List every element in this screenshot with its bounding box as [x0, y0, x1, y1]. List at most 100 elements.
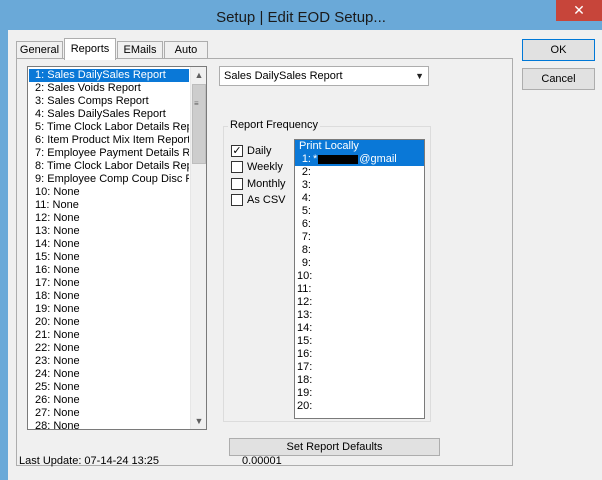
report-list-item[interactable]: 12: None [29, 212, 189, 225]
report-list-item[interactable]: 3: Sales Comps Report [29, 95, 189, 108]
monthly-label: Monthly [247, 178, 286, 190]
set-report-defaults-button[interactable]: Set Report Defaults [229, 438, 440, 456]
report-list-item[interactable]: 7: Employee Payment Details Report [29, 147, 189, 160]
report-list-item[interactable]: 2: Sales Voids Report [29, 82, 189, 95]
tab-emails[interactable]: EMails [117, 41, 163, 59]
dialog-body: General Reports EMails Auto 1: Sales Dai… [8, 30, 602, 480]
as-csv-check-box[interactable] [231, 194, 243, 206]
ok-button[interactable]: OK [522, 39, 595, 61]
report-list-item[interactable]: 6: Item Product Mix Item Report [29, 134, 189, 147]
printer-item[interactable]: 8: [295, 244, 424, 257]
status-value: 0.00001 [242, 455, 282, 467]
printer-item-prefix: * [313, 153, 318, 165]
printer-item-number: 11: [297, 283, 312, 295]
printer-item-number: 7: [301, 231, 311, 243]
weekly-label: Weekly [247, 161, 283, 173]
report-list-item[interactable]: 13: None [29, 225, 189, 238]
printer-item[interactable]: 10: [295, 270, 424, 283]
printer-item[interactable]: 17: [295, 361, 424, 374]
printer-item[interactable]: 19: [295, 387, 424, 400]
report-list-item[interactable]: 18: None [29, 290, 189, 303]
printer-item-number: 16: [297, 348, 313, 360]
tab-auto[interactable]: Auto [164, 41, 208, 59]
scroll-thumb[interactable] [192, 84, 206, 164]
report-list-item[interactable]: 20: None [29, 316, 189, 329]
printer-item-number: 5: [301, 205, 311, 217]
printer-item-number: 6: [301, 218, 311, 230]
report-list-item[interactable]: 1: Sales DailySales Report [29, 69, 189, 82]
report-frequency-label: Report Frequency [228, 119, 321, 131]
report-list-item[interactable]: 17: None [29, 277, 189, 290]
monthly-check-box[interactable] [231, 178, 243, 190]
report-list-item[interactable]: 9: Employee Comp Coup Disc Report [29, 173, 189, 186]
report-list-item[interactable]: 5: Time Clock Labor Details Report [29, 121, 189, 134]
printer-item-number: 15: [297, 335, 313, 347]
report-type-select[interactable]: Sales DailySales Report ▼ [219, 66, 429, 86]
printer-item-suffix: @gmail [359, 153, 397, 165]
report-list[interactable]: 1: Sales DailySales Report 2: Sales Voids… [27, 66, 207, 430]
printer-item-number: 17: [297, 361, 313, 373]
chevron-down-icon[interactable]: ▼ [415, 71, 424, 81]
report-list-item[interactable]: 19: None [29, 303, 189, 316]
printer-item[interactable]: 9: [295, 257, 424, 270]
printer-item[interactable]: 11: [295, 283, 424, 296]
as-csv-label: As CSV [247, 194, 286, 206]
report-type-value: Sales DailySales Report [224, 70, 343, 82]
daily-check-box[interactable]: ✓ [231, 145, 243, 157]
scroll-up-icon[interactable]: ▲ [191, 67, 206, 83]
printer-item[interactable]: 7: [295, 231, 424, 244]
printer-item[interactable]: 15: [295, 335, 424, 348]
printer-item[interactable]: 20: [295, 400, 424, 413]
tab-reports[interactable]: Reports [64, 38, 116, 60]
printer-item-number: 9: [301, 257, 311, 269]
report-list-item[interactable]: 28: None [29, 420, 189, 429]
printer-item[interactable]: 2: [295, 166, 424, 179]
report-list-item[interactable]: 27: None [29, 407, 189, 420]
report-list-item[interactable]: 11: None [29, 199, 189, 212]
tab-general[interactable]: General [16, 41, 63, 59]
report-list-item[interactable]: 10: None [29, 186, 189, 199]
scroll-down-icon[interactable]: ▼ [191, 413, 206, 429]
printer-item-number: 2: [301, 166, 311, 178]
report-list-item[interactable]: 14: None [29, 238, 189, 251]
printer-item[interactable]: 13: [295, 309, 424, 322]
printer-item[interactable]: 16: [295, 348, 424, 361]
printer-item[interactable]: 1: * @gmail [295, 153, 424, 166]
report-list-item[interactable]: 23: None [29, 355, 189, 368]
printer-item-number: 8: [301, 244, 311, 256]
printer-item[interactable]: 18: [295, 374, 424, 387]
window-title: Setup | Edit EOD Setup... [216, 9, 386, 26]
printer-item[interactable]: 3: [295, 179, 424, 192]
report-list-item[interactable]: 16: None [29, 264, 189, 277]
close-button[interactable]: ✕ [556, 0, 602, 21]
report-list-item[interactable]: 25: None [29, 381, 189, 394]
printer-item-number: 4: [301, 192, 311, 204]
report-list-item[interactable]: 4: Sales DailySales Report [29, 108, 189, 121]
report-list-item[interactable]: 24: None [29, 368, 189, 381]
report-list-scrollbar[interactable]: ▲ ≡ ▼ [190, 67, 206, 429]
grip-icon: ≡ [194, 99, 199, 108]
weekly-check-box[interactable] [231, 161, 243, 173]
printer-item-number: 20: [297, 400, 313, 412]
printer-item[interactable]: 12: [295, 296, 424, 309]
daily-label: Daily [247, 145, 272, 157]
printer-list[interactable]: Print Locally 1: * @gmail 2: 3: 4: 5: 6: 7: 8: 9:… [294, 139, 425, 419]
report-list-items: 1: Sales DailySales Report 2: Sales Voids… [29, 69, 189, 429]
report-list-item[interactable]: 21: None [29, 329, 189, 342]
report-list-item[interactable]: 22: None [29, 342, 189, 355]
cancel-button[interactable]: Cancel [522, 68, 595, 90]
printer-item[interactable]: 4: [295, 192, 424, 205]
printer-item-number: 1: [301, 153, 311, 165]
printer-item-number: 19: [297, 387, 313, 399]
report-list-item[interactable]: 8: Time Clock Labor Details Report [29, 160, 189, 173]
printer-item-number: 3: [301, 179, 311, 191]
printer-item-number: 18: [297, 374, 313, 386]
report-list-item[interactable]: 26: None [29, 394, 189, 407]
printer-header[interactable]: Print Locally [295, 140, 424, 153]
report-list-item[interactable]: 15: None [29, 251, 189, 264]
printer-item[interactable]: 14: [295, 322, 424, 335]
printer-item[interactable]: 5: [295, 205, 424, 218]
reports-tab-panel: 1: Sales DailySales Report 2: Sales Voids… [16, 58, 513, 466]
printer-item-number: 13: [297, 309, 313, 321]
printer-item[interactable]: 6: [295, 218, 424, 231]
